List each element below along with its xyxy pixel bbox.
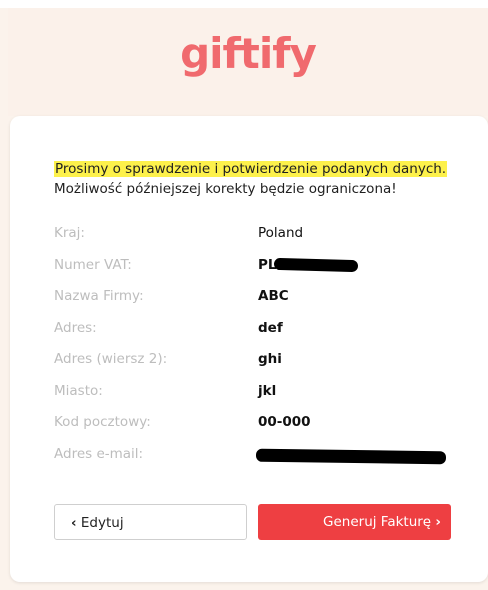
chevron-left-icon: ‹: [71, 515, 77, 531]
details-list: Kraj: Poland Numer VAT: PL Nazwa Firmy: …: [10, 224, 488, 476]
label-city: Miasto:: [54, 382, 103, 399]
chevron-right-icon: ›: [435, 514, 441, 530]
value-city: jkl: [258, 382, 277, 399]
row-address: Adres: def: [10, 319, 488, 351]
giftify-logo: giftify: [180, 29, 317, 78]
row-email: Adres e-mail:: [10, 445, 488, 477]
edit-button[interactable]: ‹ Edytuj: [54, 504, 247, 540]
label-vat-number: Numer VAT:: [54, 256, 132, 273]
edit-button-label: Edytuj: [80, 515, 124, 531]
row-country: Kraj: Poland: [10, 224, 488, 256]
value-country: Poland: [258, 225, 304, 241]
redaction-mark-email: [255, 448, 447, 464]
top-strip: [0, 0, 488, 8]
label-address: Adres:: [54, 319, 97, 336]
generate-invoice-button[interactable]: Generuj Fakturę ›: [258, 504, 451, 540]
value-address-line-2: ghi: [258, 351, 282, 367]
label-company-name: Nazwa Firmy:: [54, 288, 144, 304]
value-postal-code: 00-000: [258, 414, 311, 430]
row-company-name: Nazwa Firmy: ABC: [10, 287, 488, 319]
label-email: Adres e-mail:: [54, 445, 144, 462]
header: giftify: [8, 8, 488, 116]
notice-title: Prosimy o sprawdzenie i potwierdzenie po…: [54, 161, 448, 177]
label-postal-code: Kod pocztowy:: [54, 414, 151, 430]
row-postal-code: Kod pocztowy: 00-000: [10, 413, 488, 445]
row-vat-number: Numer VAT: PL: [10, 256, 488, 288]
notice: Prosimy o sprawdzenie i potwierdzenie po…: [54, 158, 474, 199]
confirmation-card: Prosimy o sprawdzenie i potwierdzenie po…: [10, 116, 488, 582]
row-city: Miasto: jkl: [10, 382, 488, 414]
generate-invoice-label: Generuj Fakturę: [323, 514, 432, 530]
label-country: Kraj:: [54, 225, 85, 241]
row-address-line-2: Adres (wiersz 2): ghi: [10, 350, 488, 382]
label-address-line-2: Adres (wiersz 2):: [54, 351, 168, 367]
value-company-name: ABC: [258, 288, 289, 304]
redaction-mark-vat: [273, 257, 359, 272]
value-address: def: [258, 319, 283, 336]
notice-subtitle: Możliwość późniejszej korekty będzie ogr…: [54, 181, 397, 197]
